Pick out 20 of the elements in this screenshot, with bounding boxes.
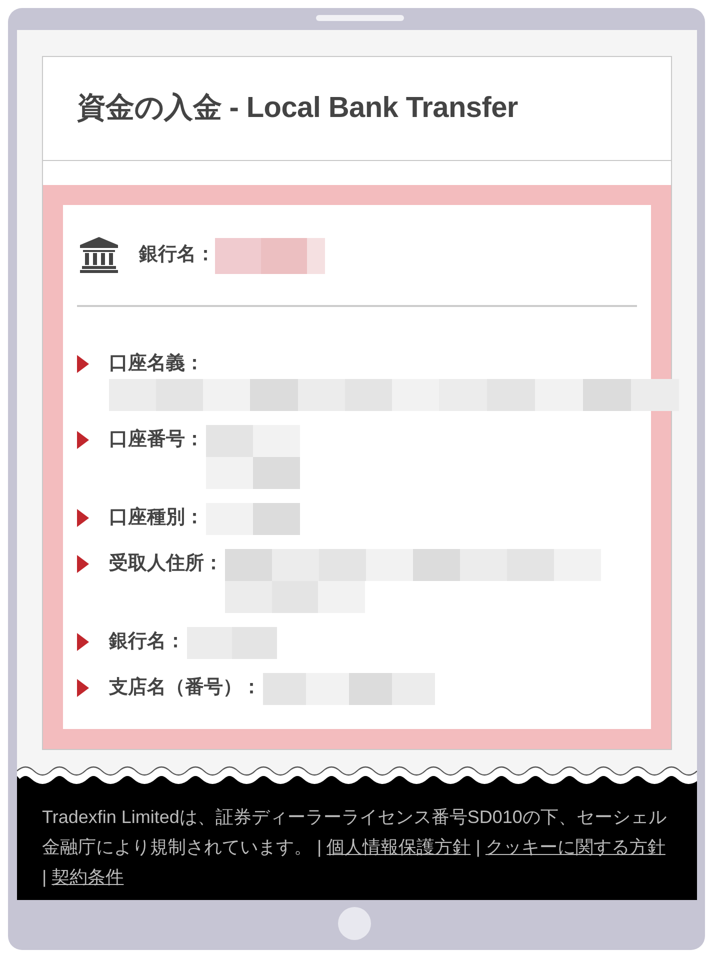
triangle-bullet-icon (77, 555, 89, 573)
field-label: 口座番号： (109, 428, 204, 452)
footer-link[interactable]: クッキーに関する方針 (485, 837, 666, 857)
home-button[interactable] (338, 907, 371, 940)
triangle-bullet-icon (77, 509, 89, 527)
field-label: 銀行名： (139, 242, 215, 267)
triangle-bullet-icon (77, 355, 89, 373)
triangle-bullet-icon (77, 633, 89, 651)
triangle-bullet-icon (77, 679, 89, 697)
field-label: 銀行名： (109, 630, 185, 654)
page-title: 資金の入金 - Local Bank Transfer (77, 90, 518, 126)
footer-link[interactable]: 契約条件 (52, 867, 124, 887)
bank-icon (79, 237, 119, 273)
triangle-bullet-icon (77, 431, 89, 449)
footer-text: Tradexfin Limitedは、証券ディーラーライセンス番号SD010の下、セーシェル金融庁により規制されています。 | 個人情報保護方針 | クッキーに関する方針 | 契約条件 (42, 806, 668, 889)
field-label: 支店名（番号）： (109, 676, 261, 700)
field-label: 受取人住所： (109, 552, 223, 576)
field-label: 口座名義： (109, 352, 204, 376)
field-label: 口座種別： (109, 506, 204, 530)
footer-link[interactable]: 個人情報保護方針 (326, 837, 471, 857)
